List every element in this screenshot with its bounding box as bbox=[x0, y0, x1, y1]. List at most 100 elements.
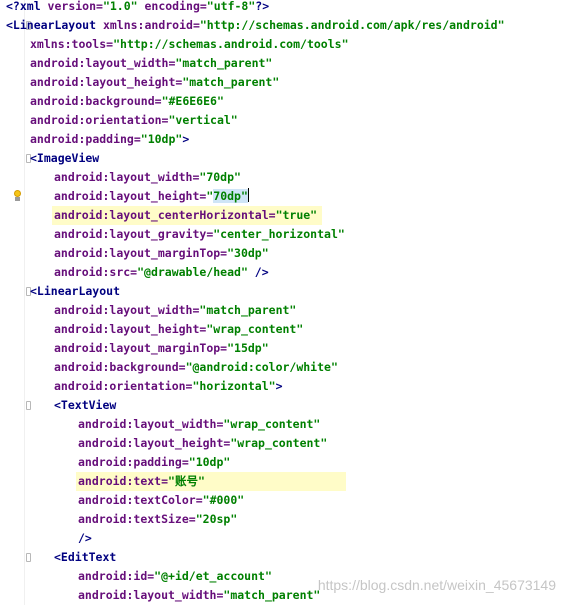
code-line[interactable]: android:textSize="20sp" bbox=[0, 510, 564, 529]
code-line[interactable]: android:src="@drawable/head" /> bbox=[0, 263, 564, 282]
code-line[interactable]: android:text="账号" bbox=[0, 472, 564, 491]
code-text: android:src="@drawable/head" /> bbox=[54, 263, 269, 282]
code-line[interactable]: android:padding="10dp"> bbox=[0, 130, 564, 149]
code-token: > bbox=[182, 132, 190, 146]
code-text: <ImageView bbox=[30, 149, 99, 168]
code-line[interactable]: <LinearLayout bbox=[0, 282, 564, 301]
code-token: "#E6E6E6" bbox=[161, 94, 224, 108]
code-token: :layout_width= bbox=[78, 56, 176, 70]
code-line[interactable]: android:layout_centerHorizontal="true" bbox=[0, 206, 564, 225]
code-text: android:background="#E6E6E6" bbox=[30, 92, 224, 111]
code-token: "vertical" bbox=[168, 113, 238, 127]
code-line[interactable]: android:layout_height="70dp" bbox=[0, 187, 564, 206]
code-text: android:layout_width="match_parent" bbox=[54, 301, 296, 320]
code-text: android:orientation="vertical" bbox=[30, 111, 238, 130]
code-line[interactable]: android:layout_marginTop="30dp" bbox=[0, 244, 564, 263]
code-token: android bbox=[30, 94, 79, 108]
code-token: android bbox=[30, 132, 79, 146]
code-line[interactable]: android:layout_width="70dp" bbox=[0, 168, 564, 187]
code-token: :layout_centerHorizontal= bbox=[102, 208, 276, 222]
code-text: <EditText bbox=[54, 548, 116, 567]
code-token: :padding= bbox=[126, 455, 189, 469]
code-text: android:layout_height="70dp" bbox=[54, 187, 249, 206]
code-line[interactable]: android:layout_width="match_parent" bbox=[0, 54, 564, 73]
code-line[interactable]: android:layout_width="wrap_content" bbox=[0, 415, 564, 434]
code-text: android:id="@+id/et_account" bbox=[78, 567, 272, 586]
code-token: "1.0" bbox=[102, 0, 145, 13]
code-line[interactable]: android:layout_marginTop="15dp" bbox=[0, 339, 564, 358]
code-token: > bbox=[275, 379, 283, 393]
code-token: encoding= bbox=[144, 0, 207, 13]
code-token: android bbox=[78, 512, 127, 526]
code-token: "30dp" bbox=[227, 246, 269, 260]
code-line[interactable]: <EditText bbox=[0, 548, 564, 567]
code-token: <EditText bbox=[54, 550, 117, 564]
text-caret bbox=[247, 188, 249, 202]
code-line[interactable]: android:orientation="vertical" bbox=[0, 111, 564, 130]
code-text: android:padding="10dp"> bbox=[30, 130, 189, 149]
code-token: <LinearLayout bbox=[30, 284, 121, 298]
code-text: android:layout_marginTop="15dp" bbox=[54, 339, 269, 358]
code-text: android:background="@android:color/white… bbox=[54, 358, 338, 377]
code-text: android:layout_height="wrap_content" bbox=[78, 434, 327, 453]
code-token: :padding= bbox=[78, 132, 141, 146]
code-line[interactable]: android:background="@android:color/white… bbox=[0, 358, 564, 377]
code-text: <TextView bbox=[54, 396, 116, 415]
code-line[interactable]: /> bbox=[0, 529, 564, 548]
code-token: /> bbox=[254, 265, 269, 279]
code-token: android bbox=[78, 588, 127, 602]
code-token: android bbox=[54, 189, 103, 203]
code-line[interactable]: android:layout_width="match_parent" bbox=[0, 301, 564, 320]
code-editor[interactable]: <?xml version="1.0" encoding="utf-8"?> <L… bbox=[0, 0, 564, 605]
code-text: android:layout_width="match_parent" bbox=[30, 54, 272, 73]
code-token: :layout_height= bbox=[78, 75, 183, 89]
code-line[interactable]: <TextView bbox=[0, 396, 564, 415]
code-token: 70dp bbox=[213, 189, 241, 203]
code-token: :layout_height= bbox=[102, 322, 207, 336]
code-text: android:layout_gravity="center_horizonta… bbox=[54, 225, 345, 244]
code-token: :src= bbox=[102, 265, 138, 279]
code-token: :orientation= bbox=[102, 379, 193, 393]
code-line[interactable]: <LinearLayout xmlns:android="http://sche… bbox=[0, 16, 564, 35]
fold-marker-icon[interactable] bbox=[26, 401, 31, 410]
code-line[interactable]: android:orientation="horizontal"> bbox=[0, 377, 564, 396]
code-token: "账号" bbox=[168, 474, 205, 488]
code-token: <?xml bbox=[6, 0, 48, 13]
code-token: "http://schemas.android.com/tools" bbox=[113, 37, 349, 51]
code-text: <LinearLayout bbox=[30, 282, 120, 301]
code-text: android:orientation="horizontal"> bbox=[54, 377, 283, 396]
code-token: :background= bbox=[78, 94, 162, 108]
code-token: "wrap_content" bbox=[223, 417, 321, 431]
code-text: <LinearLayout xmlns:android="http://sche… bbox=[6, 16, 505, 35]
code-token: "@android:color/white" bbox=[185, 360, 338, 374]
code-line[interactable]: android:layout_height="wrap_content" bbox=[0, 320, 564, 339]
code-token: "match_parent" bbox=[182, 75, 280, 89]
code-token: android bbox=[54, 227, 103, 241]
lightbulb-icon[interactable] bbox=[13, 190, 22, 202]
code-text: android:layout_marginTop="30dp" bbox=[54, 244, 269, 263]
code-token: android bbox=[30, 113, 79, 127]
code-text: android:layout_height="wrap_content" bbox=[54, 320, 303, 339]
code-token: "horizontal" bbox=[192, 379, 276, 393]
code-line[interactable]: <?xml version="1.0" encoding="utf-8"?> bbox=[0, 0, 564, 16]
code-line[interactable]: android:layout_height="match_parent" bbox=[0, 73, 564, 92]
code-line[interactable]: xmlns:tools="http://schemas.android.com/… bbox=[0, 35, 564, 54]
code-line[interactable]: android:layout_gravity="center_horizonta… bbox=[0, 225, 564, 244]
fold-marker-icon[interactable] bbox=[26, 553, 31, 562]
code-text: /> bbox=[78, 529, 92, 548]
code-text: android:textColor="#000" bbox=[78, 491, 244, 510]
code-token: :id= bbox=[126, 569, 155, 583]
code-line[interactable]: android:background="#E6E6E6" bbox=[0, 92, 564, 111]
code-text: android:layout_centerHorizontal="true" bbox=[54, 206, 317, 225]
code-line[interactable]: android:padding="10dp" bbox=[0, 453, 564, 472]
code-line[interactable]: android:textColor="#000" bbox=[0, 491, 564, 510]
code-token: :text= bbox=[126, 474, 169, 488]
code-token: "20sp" bbox=[195, 512, 238, 526]
code-token: android bbox=[30, 75, 79, 89]
code-line[interactable]: <ImageView bbox=[0, 149, 564, 168]
code-text: android:layout_width="match_parent" bbox=[78, 586, 320, 605]
code-token: android bbox=[54, 303, 103, 317]
code-token: :textSize= bbox=[126, 512, 196, 526]
code-token: "10dp" bbox=[140, 132, 183, 146]
code-line[interactable]: android:layout_height="wrap_content" bbox=[0, 434, 564, 453]
